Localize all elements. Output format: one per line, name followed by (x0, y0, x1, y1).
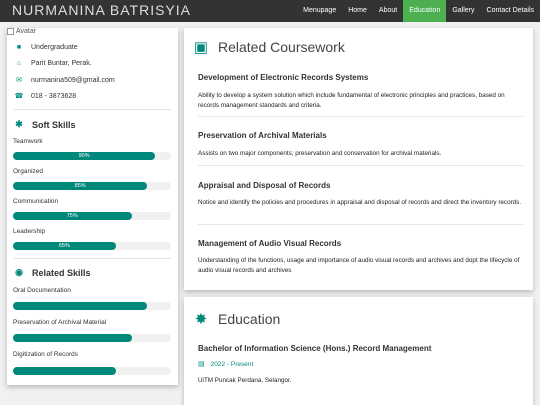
home-icon: ⌂ (16, 60, 22, 67)
degree-title: Bachelor of Information Science (Hons.) … (198, 344, 432, 353)
skill-label-teamwork: Teamwork (13, 138, 43, 145)
skill-bar-teamwork: 90% (13, 152, 171, 160)
suitcase-icon: ▣ (193, 39, 209, 56)
skill-bar-communication: 75% (13, 212, 171, 220)
email-text: nurmanina509@gmail.com (31, 76, 115, 84)
course-description: Understanding of the functions, usage an… (198, 257, 520, 274)
skill-bar-fill: 85% (13, 182, 148, 190)
asterisk-icon: ✱ (15, 119, 23, 129)
course-description: Ability to develop a system solution whi… (198, 92, 505, 109)
divider (14, 109, 171, 110)
email-row: ✉ nurmanina509@gmail.com (14, 76, 115, 85)
course-title: Development of Electronic Records System… (198, 73, 369, 82)
education-heading: ✸ Education (192, 310, 281, 328)
education-title: Education (218, 311, 281, 327)
phone-text: 018 - 3873628 (31, 92, 77, 100)
skill-bar-fill (13, 334, 132, 342)
skill-bar-leadership: 65% (13, 242, 171, 250)
profile-card: Avatar ■ Undergraduate ⌂ Parit Buntar, P… (7, 28, 178, 385)
education-date: ▤ 2022 - Present (198, 360, 254, 369)
entry-separator (198, 224, 523, 225)
nav-gallery[interactable]: Gallery (446, 0, 480, 22)
entry-separator (198, 116, 523, 117)
soft-skills-heading: ✱ Soft Skills (14, 119, 76, 130)
related-skills-heading: ◉ Related Skills (14, 267, 91, 278)
skill-bar-fill (13, 302, 148, 310)
location-text: Parit Buntar, Perak. (31, 60, 92, 67)
nav-education[interactable]: Education (403, 0, 447, 22)
envelope-icon: ✉ (16, 77, 22, 84)
top-navbar: NURMANINA BATRISYIA Menupage Home About … (0, 0, 540, 22)
course-description: Notice and identify the policies and pro… (198, 199, 522, 206)
skill-bar-fill (13, 367, 116, 375)
skill-bar-fill: 75% (13, 212, 132, 220)
coursework-title: Related Coursework (218, 39, 345, 55)
briefcase-icon: ■ (16, 44, 22, 51)
skill-label-leadership: Leadership (13, 228, 46, 235)
skill-label-oral-documentation: Oral Documentation (13, 287, 71, 294)
education-date-text: 2022 - Present (210, 360, 254, 368)
divider (14, 258, 171, 259)
skill-bar-preservation (13, 334, 171, 342)
calendar-icon: ▤ (198, 361, 205, 368)
course-title: Preservation of Archival Materials (198, 131, 327, 140)
nav-about[interactable]: About (373, 0, 403, 22)
skill-label-preservation: Preservation of Archival Material (13, 319, 107, 326)
course-title: Management of Audio Visual Records (198, 239, 342, 248)
nav-home[interactable]: Home (342, 0, 373, 22)
education-place: UiTM Puncak Perdana, Selangor. (198, 377, 292, 384)
nav-menu: Menupage Home About Education Gallery Co… (297, 0, 540, 22)
status-row: ■ Undergraduate (14, 44, 78, 51)
skill-bar-oral-documentation (13, 302, 171, 310)
phone-row: ☎ 018 - 3873628 (14, 92, 77, 101)
soft-skills-title: Soft Skills (32, 119, 76, 130)
skill-label-organized: Organized (13, 168, 43, 175)
entry-separator (198, 165, 523, 166)
nav-menupage[interactable]: Menupage (297, 0, 342, 22)
globe-icon: ◉ (15, 267, 23, 277)
skill-label-communication: Communication (13, 198, 59, 205)
status-text: Undergraduate (31, 44, 78, 51)
skill-label-digitization: Digitization of Records (13, 351, 79, 358)
avatar: Avatar (7, 28, 36, 35)
skill-bar-organized: 85% (13, 182, 171, 190)
nav-contact-details[interactable]: Contact Details (481, 0, 540, 22)
coursework-heading: ▣ Related Coursework (192, 38, 345, 56)
education-card: ✸ Education Bachelor of Information Scie… (184, 297, 533, 405)
location-row: ⌂ Parit Buntar, Perak. (14, 60, 92, 67)
course-title: Appraisal and Disposal of Records (198, 181, 331, 190)
avatar-alt-text: Avatar (16, 28, 37, 35)
course-description: Assists on two major components; preserv… (198, 150, 442, 157)
skill-bar-digitization (13, 367, 171, 375)
broken-image-icon (7, 28, 14, 35)
coursework-card: ▣ Related Coursework Development of Elec… (184, 28, 533, 290)
brand-name[interactable]: NURMANINA BATRISYIA (12, 2, 191, 18)
phone-icon: ☎ (14, 93, 24, 100)
skill-bar-fill: 90% (13, 152, 156, 160)
certificate-icon: ✸ (194, 311, 208, 328)
related-skills-title: Related Skills (32, 267, 91, 278)
skill-bar-fill: 65% (13, 242, 116, 250)
